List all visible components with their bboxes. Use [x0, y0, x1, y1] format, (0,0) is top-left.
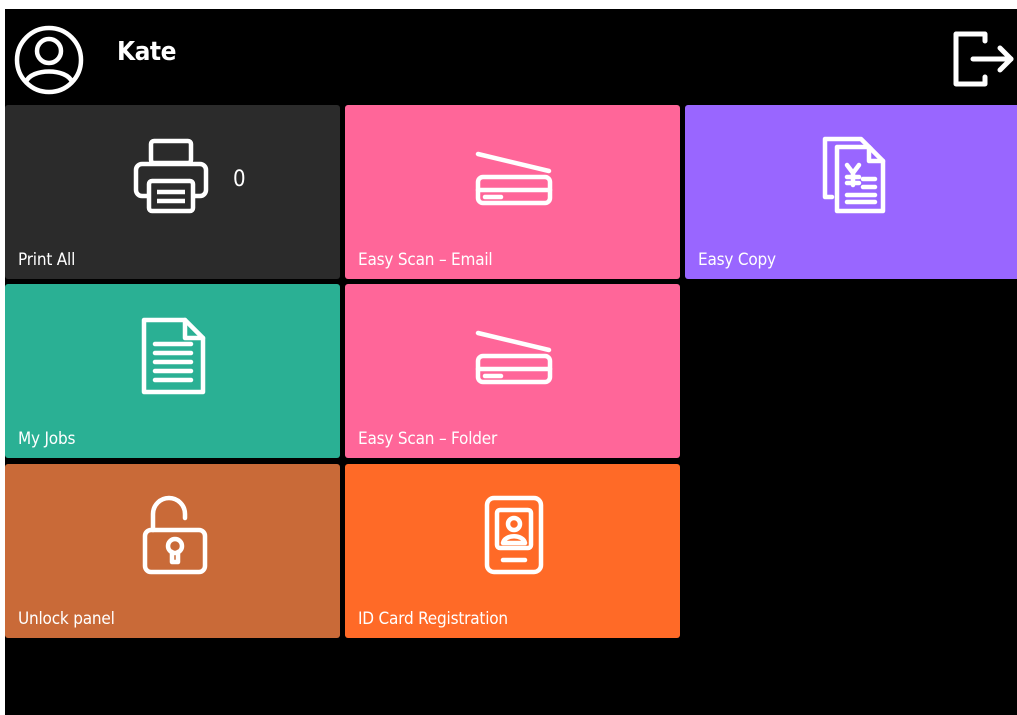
tile-label: Easy Scan – Email [358, 250, 493, 270]
tile-my-jobs[interactable]: My Jobs [5, 284, 340, 458]
id-card-icon [483, 494, 545, 576]
unlock-icon [141, 494, 209, 576]
header-bar: Kate [5, 9, 1017, 105]
tile-print-all[interactable]: 0 Print All [5, 105, 340, 279]
scanner-icon [473, 328, 553, 388]
tile-label: ID Card Registration [358, 609, 508, 629]
copy-documents-icon [817, 135, 891, 215]
tile-easy-copy[interactable]: Easy Copy [685, 105, 1017, 279]
tile-id-card-registration[interactable]: ID Card Registration [345, 464, 680, 638]
tile-label: Print All [18, 250, 76, 270]
logout-icon[interactable] [949, 26, 1015, 92]
document-icon [139, 316, 207, 396]
tile-easy-scan-email[interactable]: Easy Scan – Email [345, 105, 680, 279]
tile-easy-scan-folder[interactable]: Easy Scan – Folder [345, 284, 680, 458]
tile-unlock-panel[interactable]: Unlock panel [5, 464, 340, 638]
tile-label: My Jobs [18, 429, 76, 449]
user-circle-icon [13, 24, 85, 96]
tile-label: Easy Copy [698, 250, 776, 270]
printer-icon [133, 137, 213, 217]
scanner-icon [473, 149, 553, 209]
print-job-count: 0 [233, 167, 246, 192]
terminal-screen: Kate 0 Print All Easy Scan – Email Easy … [5, 9, 1017, 715]
tile-label: Unlock panel [18, 609, 115, 629]
username: Kate [117, 37, 176, 67]
tile-label: Easy Scan – Folder [358, 429, 498, 449]
